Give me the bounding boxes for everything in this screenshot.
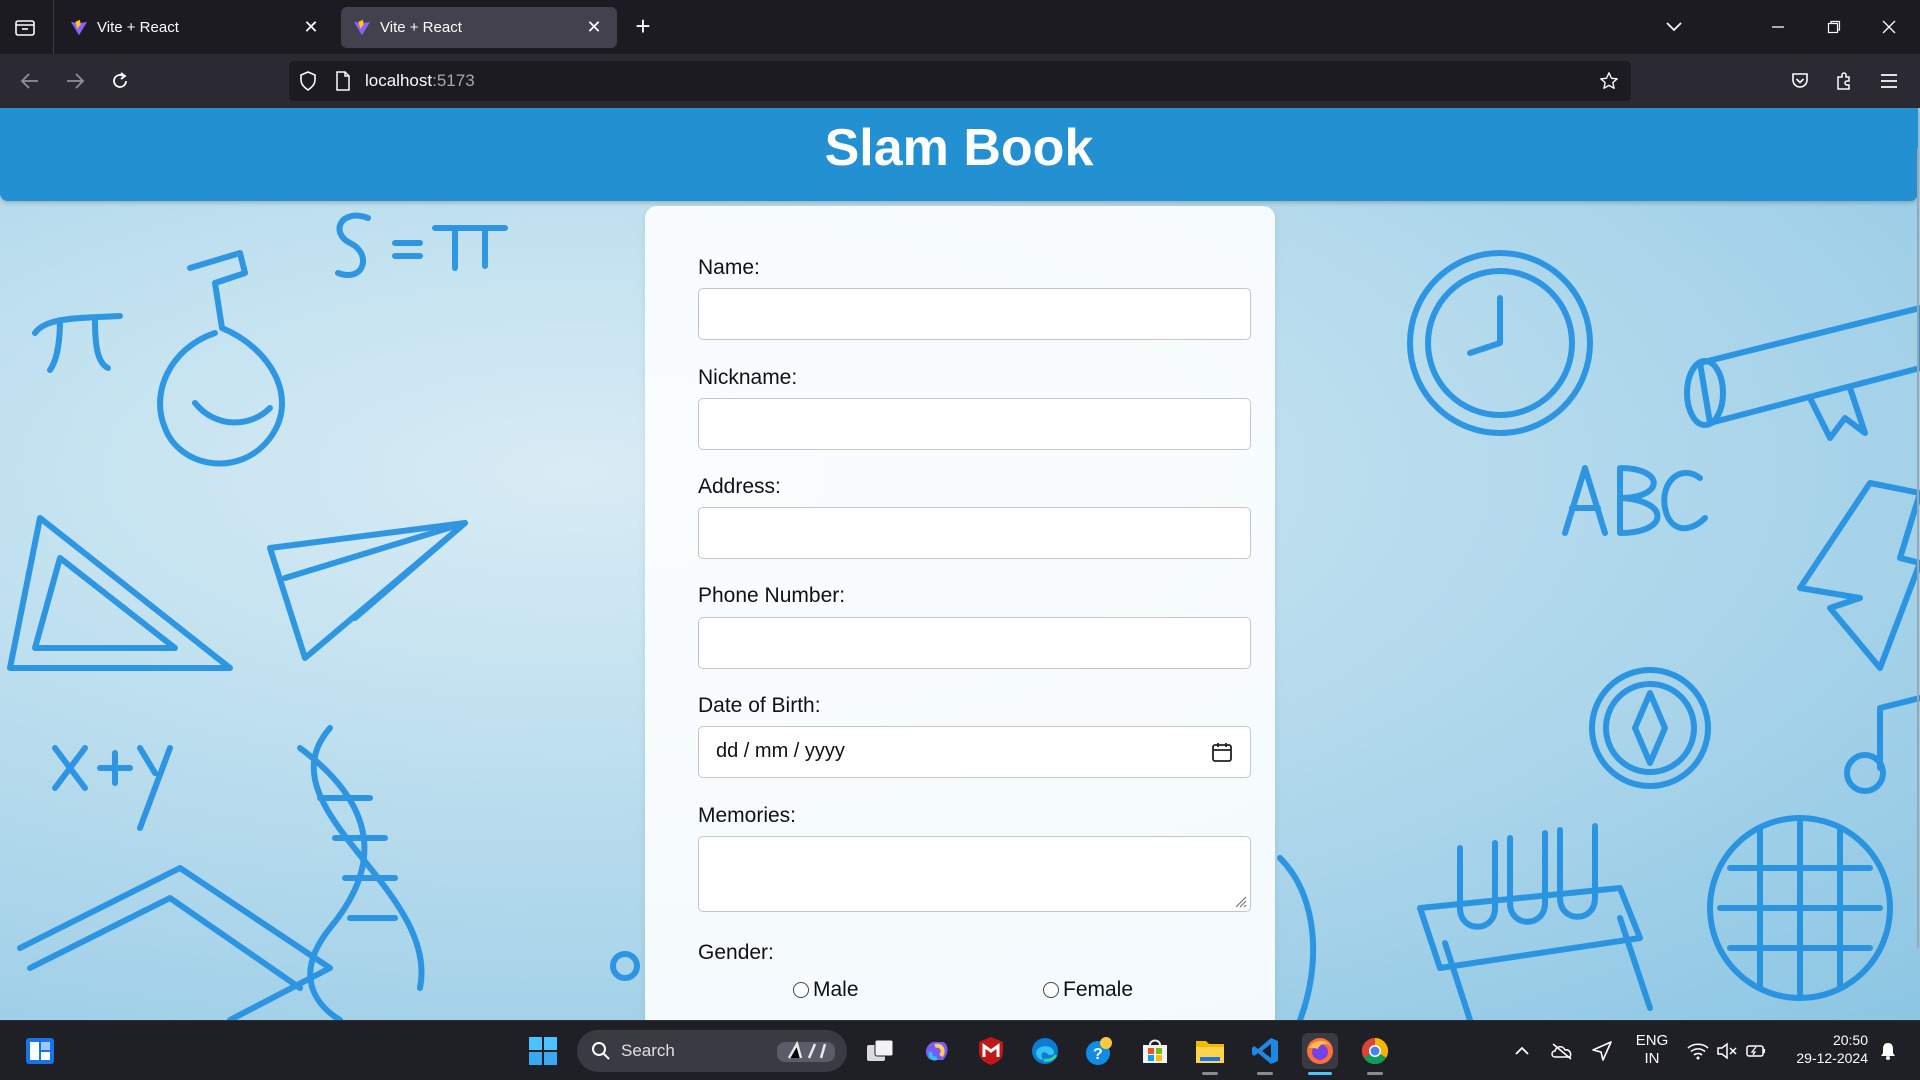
calendar-icon[interactable]: [1210, 740, 1234, 764]
vite-logo-icon: [70, 19, 88, 35]
date-placeholder: dd / mm / yyyy: [716, 740, 845, 762]
restore-window-button[interactable]: [1817, 10, 1851, 44]
running-indicator: [1367, 1072, 1383, 1075]
chrome-icon[interactable]: [1357, 1033, 1393, 1069]
mcafee-icon[interactable]: [973, 1033, 1009, 1069]
radio-button[interactable]: [1043, 982, 1059, 998]
tab-manager-icon[interactable]: [10, 12, 40, 42]
menu-icon[interactable]: [1874, 66, 1904, 96]
close-window-button[interactable]: [1872, 10, 1906, 44]
chevron-down-icon[interactable]: [1660, 13, 1688, 41]
browser-nav-bar: localhost:5173: [0, 54, 1920, 108]
slam-book-form: Name: Nickname: Address: Phone Number: D…: [645, 206, 1275, 1020]
tab-title: Vite + React: [97, 19, 179, 36]
date-of-birth-label: Date of Birth:: [698, 694, 821, 717]
search-label: Search: [621, 1041, 675, 1060]
shield-icon[interactable]: [298, 71, 318, 91]
tab-title: Vite + React: [380, 19, 462, 36]
svg-text:?: ?: [1093, 1046, 1103, 1063]
page-icon[interactable]: [333, 71, 353, 91]
address-bar[interactable]: localhost:5173: [289, 61, 1631, 101]
bookmark-star-icon[interactable]: [1599, 71, 1619, 91]
search-icon: [592, 1042, 610, 1060]
chevron-up-icon[interactable]: [1504, 1033, 1540, 1069]
search-highlight-icon: [777, 1040, 835, 1062]
battery-charging-icon[interactable]: [1738, 1033, 1774, 1069]
resize-grip-icon[interactable]: [1233, 894, 1247, 908]
clock-date: 29-12-2024: [1796, 1050, 1868, 1066]
close-tab-icon[interactable]: ✕: [300, 17, 322, 39]
gender-radio-female[interactable]: Female: [1043, 978, 1133, 1002]
send-icon[interactable]: [1584, 1033, 1620, 1069]
page-scrollbar[interactable]: [1916, 108, 1920, 1020]
name-label: Name:: [698, 256, 760, 279]
vscode-icon[interactable]: [1247, 1033, 1283, 1069]
onedrive-offline-icon[interactable]: [1544, 1033, 1580, 1069]
close-tab-icon[interactable]: ✕: [583, 17, 605, 39]
extensions-icon[interactable]: [1829, 66, 1859, 96]
active-app-indicator: [1308, 1072, 1332, 1075]
url-text[interactable]: localhost:5173: [365, 71, 475, 91]
browser-tab-bar: Vite + React ✕ Vite + React ✕ +: [0, 0, 1920, 54]
phone-number-label: Phone Number:: [698, 584, 846, 607]
help-app-icon[interactable]: ?: [1082, 1033, 1118, 1069]
gender-radio-male[interactable]: Male: [793, 978, 859, 1002]
nickname-input[interactable]: [698, 398, 1251, 450]
vite-logo-icon: [353, 19, 371, 35]
page-viewport: Slam Book Name: Nickname: Address: Phone…: [0, 108, 1920, 1020]
name-input[interactable]: [698, 288, 1251, 340]
region-code: IN: [1644, 1050, 1660, 1067]
radio-label-female: Female: [1063, 978, 1134, 1001]
browser-tab-2-active[interactable]: Vite + React ✕: [341, 7, 617, 48]
address-label: Address:: [698, 475, 781, 498]
windows-taskbar: Search ? ENG IN 20:50 29-12-2024: [0, 1020, 1920, 1080]
page-title: Slam Book: [824, 119, 1094, 177]
notification-bell-icon[interactable]: [1870, 1033, 1906, 1069]
minimize-window-button[interactable]: [1761, 10, 1795, 44]
radio-label-male: Male: [813, 978, 859, 1001]
memories-textarea[interactable]: [698, 836, 1251, 912]
reload-icon[interactable]: [105, 66, 135, 96]
microsoft-store-icon[interactable]: [1137, 1033, 1173, 1069]
page-header: Slam Book: [0, 108, 1918, 201]
edge-icon[interactable]: [1027, 1033, 1063, 1069]
new-tab-button[interactable]: +: [629, 13, 657, 41]
address-input[interactable]: [698, 507, 1251, 559]
language-code: ENG: [1635, 1032, 1669, 1049]
clock-time: 20:50: [1832, 1032, 1868, 1048]
back-arrow-icon[interactable]: [15, 66, 45, 96]
running-indicator: [1257, 1072, 1273, 1075]
firefox-icon[interactable]: [1302, 1033, 1338, 1069]
clock[interactable]: 20:50 29-12-2024: [1780, 1031, 1868, 1067]
input-language[interactable]: ENG IN: [1628, 1032, 1676, 1068]
tab-separator: [53, 0, 54, 54]
phone-number-input[interactable]: [698, 617, 1251, 669]
taskbar-search-box[interactable]: Search: [577, 1030, 847, 1072]
browser-tab-1[interactable]: Vite + React ✕: [58, 7, 334, 48]
pocket-icon[interactable]: [1785, 66, 1815, 96]
date-of-birth-input[interactable]: dd / mm / yyyy: [698, 726, 1251, 778]
task-view-icon[interactable]: [862, 1033, 898, 1069]
scrollbar-thumb[interactable]: [1917, 148, 1919, 948]
memories-label: Memories:: [698, 804, 797, 827]
nickname-label: Nickname:: [698, 366, 798, 389]
running-indicator: [1202, 1072, 1218, 1075]
widgets-icon[interactable]: [22, 1033, 58, 1069]
forward-arrow-icon[interactable]: [60, 66, 90, 96]
copilot-icon[interactable]: [918, 1033, 954, 1069]
gender-label: Gender:: [698, 941, 774, 964]
windows-start-icon[interactable]: [525, 1033, 561, 1069]
radio-button[interactable]: [793, 982, 809, 998]
file-explorer-icon[interactable]: [1192, 1033, 1228, 1069]
